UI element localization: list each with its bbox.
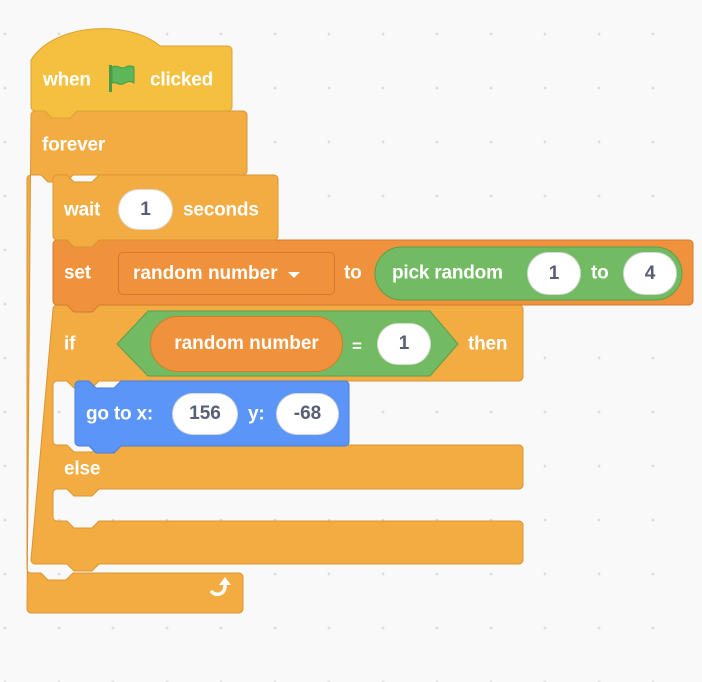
then-label: then <box>468 333 508 355</box>
equals-value-input[interactable]: 1 <box>377 323 431 365</box>
set-label: set <box>64 262 91 284</box>
clicked-label: clicked <box>150 69 214 91</box>
green-flag-icon <box>109 65 135 92</box>
go-to-x-label: go to x: <box>86 403 153 425</box>
go-to-y-input[interactable]: -68 <box>276 393 339 435</box>
forever-label: forever <box>42 134 106 156</box>
seconds-label: seconds <box>183 199 259 221</box>
loop-arrow-icon <box>210 577 231 597</box>
equals-operator-label: = <box>352 336 362 356</box>
pick-random-to-input[interactable]: 4 <box>623 252 677 295</box>
random-number-variable-reporter[interactable]: random number <box>150 316 343 372</box>
variable-dropdown-value: random number <box>133 262 278 284</box>
script-blocks <box>26 28 694 614</box>
pick-random-to-label: to <box>591 262 609 284</box>
wait-seconds-input[interactable]: 1 <box>118 189 173 230</box>
wait-label: wait <box>64 199 101 221</box>
dropdown-arrow-icon <box>287 271 300 278</box>
pick-random-from-input[interactable]: 1 <box>527 252 581 295</box>
pick-random-label: pick random <box>392 262 503 284</box>
set-to-label: to <box>344 262 362 284</box>
if-label: if <box>64 333 76 355</box>
go-to-x-input[interactable]: 156 <box>172 393 238 435</box>
variable-dropdown[interactable]: random number <box>118 252 335 295</box>
else-label: else <box>64 458 101 480</box>
when-label: when <box>43 69 91 91</box>
go-to-y-label: y: <box>248 403 265 425</box>
